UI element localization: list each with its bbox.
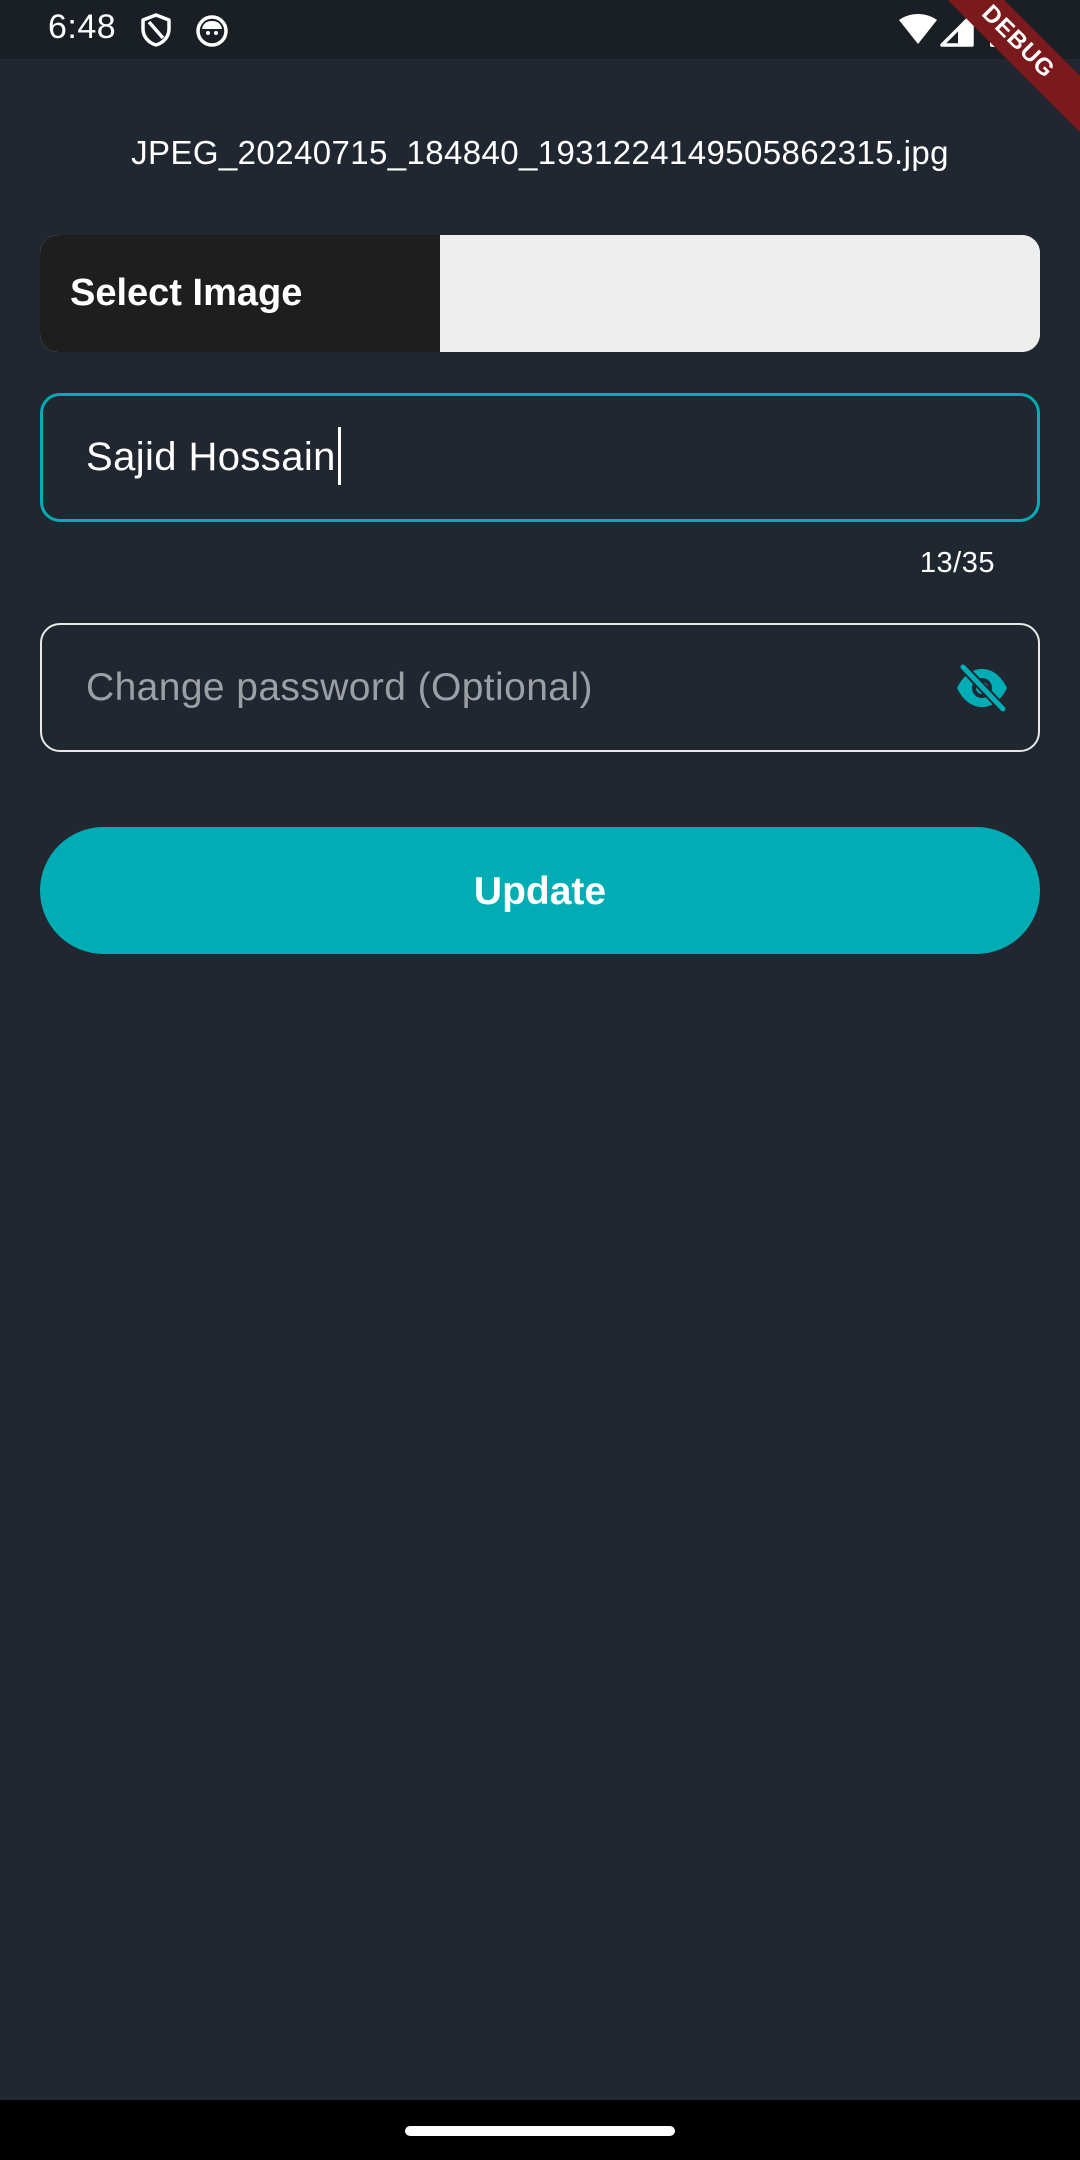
select-image-button[interactable]: Select Image xyxy=(40,235,440,352)
shield-icon xyxy=(138,12,174,48)
text-caret xyxy=(337,427,341,486)
wifi-icon xyxy=(898,12,938,48)
name-field[interactable]: Sajid Hossain xyxy=(40,393,1040,522)
name-input-value: Sajid Hossain xyxy=(86,435,336,479)
image-picker-field[interactable] xyxy=(440,235,1040,352)
status-time: 6:48 xyxy=(48,8,117,46)
navigation-bar xyxy=(0,2100,1080,2160)
android-debug-icon xyxy=(194,12,230,48)
home-indicator[interactable] xyxy=(405,2126,675,2136)
profile-edit-screen: 6:48 DEBUG JPEG_20240715_184840_19312241… xyxy=(0,0,1080,2160)
selected-file-name: JPEG_20240715_184840_1931224149505862315… xyxy=(131,134,949,171)
password-field[interactable]: Change password (Optional) xyxy=(40,623,1040,752)
eye-off-icon[interactable] xyxy=(954,662,1010,714)
update-button[interactable]: Update xyxy=(40,827,1040,954)
password-placeholder: Change password (Optional) xyxy=(86,666,593,709)
image-picker: Select Image xyxy=(40,235,1040,352)
status-bar: 6:48 DEBUG xyxy=(0,0,1080,149)
name-input-text: Sajid Hossain xyxy=(86,396,341,519)
name-character-counter: 13/35 xyxy=(919,547,995,579)
